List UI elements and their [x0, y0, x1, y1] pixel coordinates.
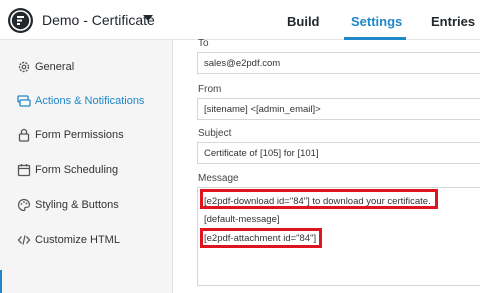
sidebar-item-actions-notifications[interactable]: Actions & Notifications: [0, 89, 172, 115]
palette-icon: [17, 198, 31, 212]
tab-entries[interactable]: Entries: [431, 14, 475, 29]
settings-sidebar: General Actions & Notifications Form Per…: [0, 40, 173, 293]
tab-build[interactable]: Build: [287, 14, 320, 29]
formidable-logo-icon[interactable]: [8, 8, 33, 33]
lock-icon: [17, 128, 31, 142]
sidebar-item-form-permissions[interactable]: Form Permissions: [0, 123, 172, 149]
message-label: Message: [198, 173, 239, 184]
from-label: From: [198, 84, 222, 95]
actions-icon: [17, 94, 31, 108]
message-line-default: [default-message]: [204, 214, 280, 225]
subject-label: Subject: [198, 128, 232, 139]
form-title[interactable]: Demo - Certificate: [42, 12, 155, 28]
subject-field[interactable]: Certificate of [105] for [101]: [197, 142, 480, 164]
top-bar: Demo - Certificate Build Settings Entrie…: [0, 0, 480, 40]
sidebar-item-styling-buttons[interactable]: Styling & Buttons: [0, 193, 172, 219]
gear-icon: [17, 60, 31, 74]
sidebar-edge-accent: [0, 270, 2, 293]
sidebar-item-label: Form Permissions: [35, 129, 124, 141]
highlight-box-download: [200, 189, 438, 209]
from-field[interactable]: [sitename] <[admin_email]>: [197, 98, 480, 120]
to-field[interactable]: sales@e2pdf.com: [197, 52, 480, 74]
calendar-icon: [17, 163, 31, 177]
sidebar-item-form-scheduling[interactable]: Form Scheduling: [0, 158, 172, 184]
highlight-box-attachment: [200, 228, 322, 248]
code-icon: [17, 233, 31, 247]
sidebar-item-label: Actions & Notifications: [35, 95, 145, 107]
sidebar-item-label: Styling & Buttons: [35, 199, 119, 211]
sidebar-item-general[interactable]: General: [0, 55, 172, 81]
sidebar-item-label: Form Scheduling: [35, 164, 119, 176]
tab-settings[interactable]: Settings: [351, 14, 402, 29]
to-label: To: [198, 38, 209, 49]
sidebar-item-label: Customize HTML: [35, 234, 120, 246]
chevron-down-icon[interactable]: [143, 15, 153, 21]
sidebar-item-label: General: [35, 61, 75, 73]
sidebar-item-customize-html[interactable]: Customize HTML: [0, 228, 172, 254]
